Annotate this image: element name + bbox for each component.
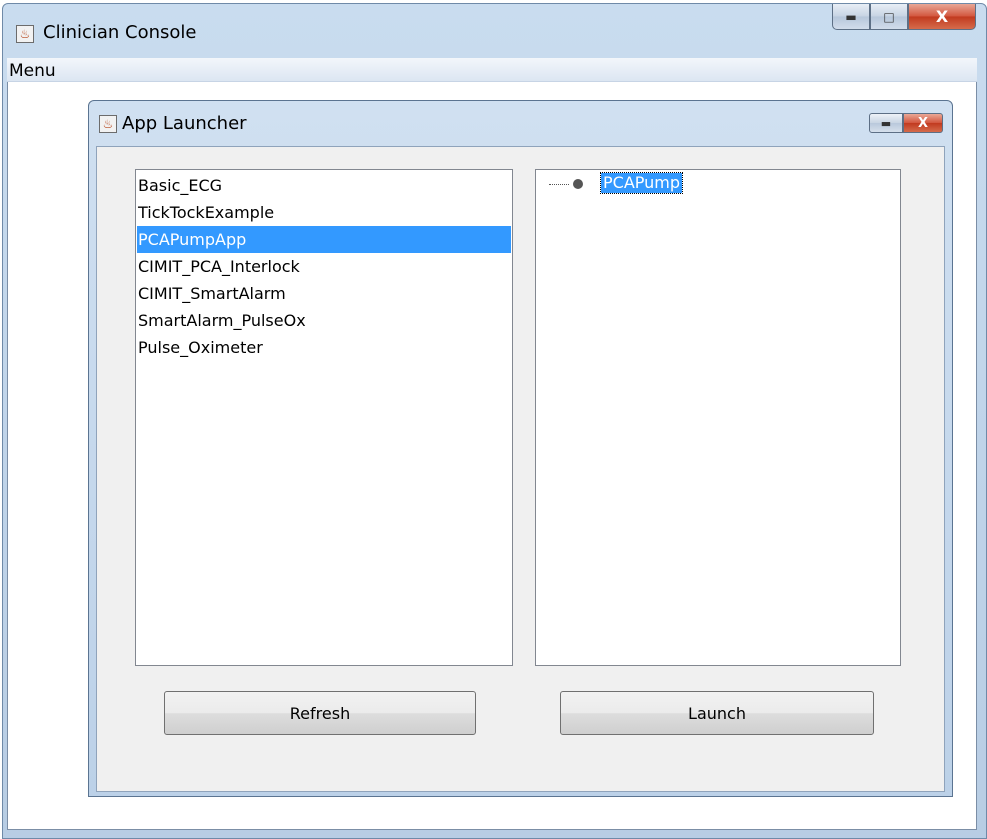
list-item-pcapumpapp[interactable]: PCAPumpApp: [137, 226, 511, 253]
list-item-cimit-smartalarm[interactable]: CIMIT_SmartAlarm: [137, 280, 511, 307]
title-bar[interactable]: ♨ Clinician Console ▬ □ X: [3, 4, 986, 62]
close-icon: X: [935, 7, 949, 26]
menu-bar: Menu: [7, 58, 977, 82]
app-launcher-window: ♨ App Launcher ▬ X Basic_ECG TickTockExa…: [88, 100, 953, 797]
list-item-smartalarm-pulseox[interactable]: SmartAlarm_PulseOx: [137, 307, 511, 334]
list-item-pulse-oximeter[interactable]: Pulse_Oximeter: [137, 334, 511, 361]
device-tree[interactable]: PCAPump: [535, 169, 901, 666]
close-icon: X: [917, 115, 929, 131]
menu-item-menu[interactable]: Menu: [7, 61, 58, 81]
close-button[interactable]: X: [908, 4, 976, 30]
launcher-panel: Basic_ECG TickTockExample PCAPumpApp CIM…: [96, 146, 945, 792]
tree-node-pcapump[interactable]: PCAPump: [599, 172, 684, 194]
window-title: App Launcher: [122, 113, 247, 134]
refresh-button[interactable]: Refresh: [164, 691, 476, 735]
window-title: Clinician Console: [43, 22, 197, 43]
tree-leaf-icon: [573, 179, 583, 189]
minimize-icon: ▬: [845, 9, 857, 24]
minimize-icon: ▬: [880, 116, 892, 130]
window-controls: ▬ X: [869, 113, 943, 133]
minimize-button[interactable]: ▬: [832, 4, 870, 30]
tree-connector-line: [549, 184, 569, 185]
launch-button[interactable]: Launch: [560, 691, 874, 735]
java-app-icon[interactable]: ♨: [99, 115, 117, 133]
close-button[interactable]: X: [903, 113, 943, 133]
list-item-cimit-pca-interlock[interactable]: CIMIT_PCA_Interlock: [137, 253, 511, 280]
app-list[interactable]: Basic_ECG TickTockExample PCAPumpApp CIM…: [135, 169, 513, 666]
list-item-ticktockexample[interactable]: TickTockExample: [137, 199, 511, 226]
maximize-button[interactable]: □: [870, 4, 908, 30]
window-controls: ▬ □ X: [832, 4, 976, 30]
maximize-icon: □: [883, 9, 895, 24]
list-item-basic-ecg[interactable]: Basic_ECG: [137, 172, 511, 199]
java-app-icon[interactable]: ♨: [16, 25, 34, 43]
minimize-button[interactable]: ▬: [869, 113, 903, 133]
